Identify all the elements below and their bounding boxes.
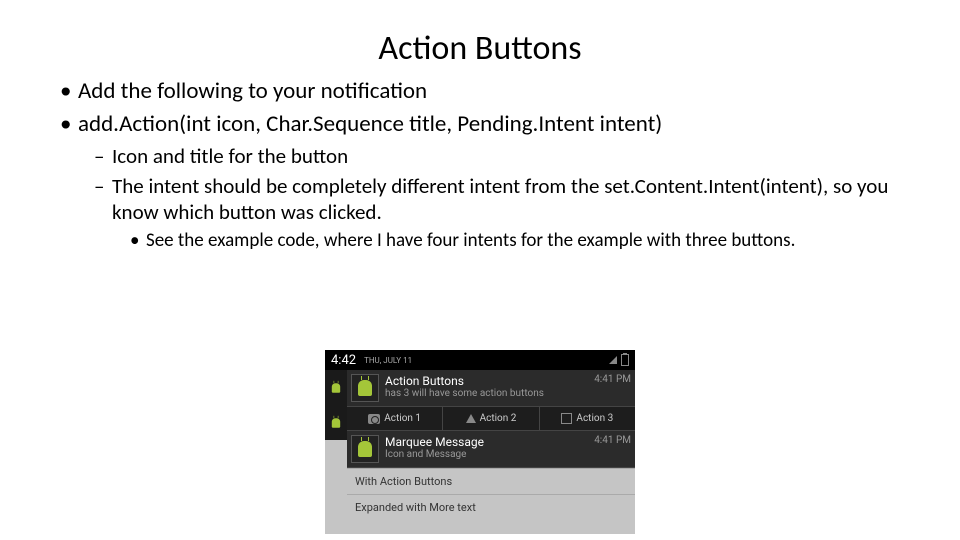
triangle-icon (466, 414, 476, 423)
notification-time: 4:41 PM (594, 374, 631, 385)
notification: Action Buttons has 3 will have some acti… (347, 370, 635, 407)
notification-subtitle: Icon and Message (385, 449, 588, 460)
bullet-text: See the example code, where I have four … (146, 229, 795, 253)
android-icon (358, 441, 372, 457)
action-button[interactable]: Action 1 (347, 407, 443, 430)
action-button[interactable]: Action 2 (443, 407, 539, 430)
slide: Action Buttons • Add the following to yo… (0, 0, 960, 540)
action-label: Action 1 (384, 413, 421, 424)
action-label: Action 2 (480, 413, 517, 424)
notification-actions: Action 1 Action 2 Action 3 (347, 407, 635, 431)
battery-icon (621, 354, 629, 366)
android-icon (358, 380, 372, 396)
notification-time: 4:41 PM (594, 435, 631, 446)
bullet-text: Icon and title for the button (112, 143, 348, 169)
bullet-dash-icon: – (94, 143, 112, 169)
action-label: Action 3 (576, 413, 613, 424)
slide-content: • Add the following to your notification… (30, 77, 930, 253)
notification-subtitle: has 3 will have some action buttons (385, 388, 588, 399)
bullet-dot-icon: • (60, 77, 78, 106)
bullet-l2: – Icon and title for the button (94, 143, 930, 169)
android-icon (332, 383, 340, 393)
bullet-text: Add the following to your notification (78, 77, 427, 106)
status-bar: 4:42 THU, JULY 11 (325, 350, 635, 370)
status-clock: 4:42 (331, 353, 356, 368)
bullet-l3: • See the example code, where I have fou… (130, 229, 930, 253)
square-icon (561, 413, 572, 424)
list-item: Expanded with More text (347, 494, 635, 520)
notification-title: Action Buttons (385, 374, 588, 388)
action-button[interactable]: Action 3 (540, 407, 635, 430)
bullet-l1: • add.Action(int icon, Char.Sequence tit… (60, 110, 930, 139)
bullet-dot-icon: • (60, 110, 78, 139)
app-icon (351, 374, 379, 402)
notification: Marquee Message Icon and Message 4:41 PM (347, 431, 635, 468)
bullet-dash-icon: – (94, 173, 112, 226)
phone-screenshot: 4:42 THU, JULY 11 Action Buttons has 3 w… (325, 350, 635, 534)
bullet-l1: • Add the following to your notification (60, 77, 930, 106)
camera-icon (368, 414, 380, 424)
android-icon (332, 418, 340, 428)
app-icon (351, 435, 379, 463)
notification-title: Marquee Message (385, 435, 588, 449)
side-icons (325, 370, 347, 440)
list-item: With Action Buttons (347, 468, 635, 494)
bullet-dot-icon: • (130, 229, 146, 253)
signal-icon (609, 356, 617, 364)
bullet-text: The intent should be completely differen… (112, 173, 930, 226)
bullet-l2: – The intent should be completely differ… (94, 173, 930, 226)
status-date: THU, JULY 11 (364, 356, 412, 365)
bullet-text: add.Action(int icon, Char.Sequence title… (78, 110, 662, 139)
slide-title: Action Buttons (30, 28, 930, 69)
